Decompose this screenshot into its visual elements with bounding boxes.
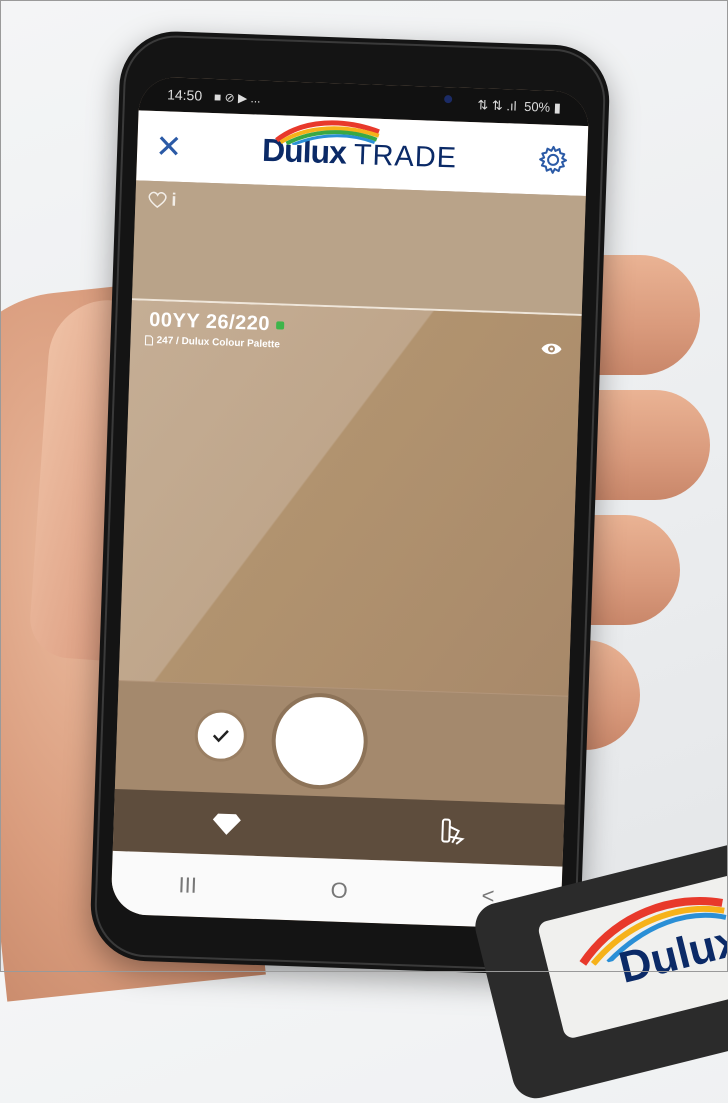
diamond-icon[interactable] (211, 811, 242, 836)
document-icon (144, 335, 154, 346)
checkmark-icon (212, 730, 229, 743)
phone-screen: 14:50 ■ ⊘ ▶ ... ⇅ ⇅ .ıl 50% ▮ ✕ Dulux TR… (110, 76, 590, 930)
recents-icon[interactable]: III (178, 872, 197, 899)
smartphone: 14:50 ■ ⊘ ▶ ... ⇅ ⇅ .ıl 50% ▮ ✕ Dulux TR… (88, 29, 612, 977)
colour-swatch (118, 300, 582, 696)
status-left-icons: ■ ⊘ ▶ ... (213, 90, 261, 106)
close-icon[interactable]: ✕ (155, 128, 183, 165)
battery-level: 50% (523, 98, 551, 115)
eye-icon[interactable] (540, 341, 563, 358)
status-right: ⇅ ⇅ .ıl 50% ▮ (477, 97, 561, 116)
match-indicator (275, 320, 285, 330)
gear-icon[interactable] (537, 143, 570, 176)
fan-deck-icon[interactable] (436, 816, 467, 847)
previous-colour-swatch (131, 180, 586, 316)
home-icon[interactable]: O (330, 877, 348, 904)
logo-swirl-icon (274, 119, 380, 146)
dulux-trade-logo: Dulux TRADE (261, 119, 458, 175)
colour-code: 00YY 26/220 (148, 308, 271, 336)
battery-icon: ▮ (553, 99, 562, 116)
signal-icons: ⇅ ⇅ .ıl (477, 97, 517, 114)
heart-icon[interactable] (147, 190, 168, 209)
status-left: 14:50 ■ ⊘ ▶ ... (167, 86, 261, 105)
info-icon[interactable]: i (171, 190, 177, 211)
status-time: 14:50 (166, 86, 203, 104)
favourite-row: i (147, 189, 177, 211)
colour-code-row: 00YY 26/220 (149, 309, 285, 337)
front-camera (444, 95, 453, 104)
